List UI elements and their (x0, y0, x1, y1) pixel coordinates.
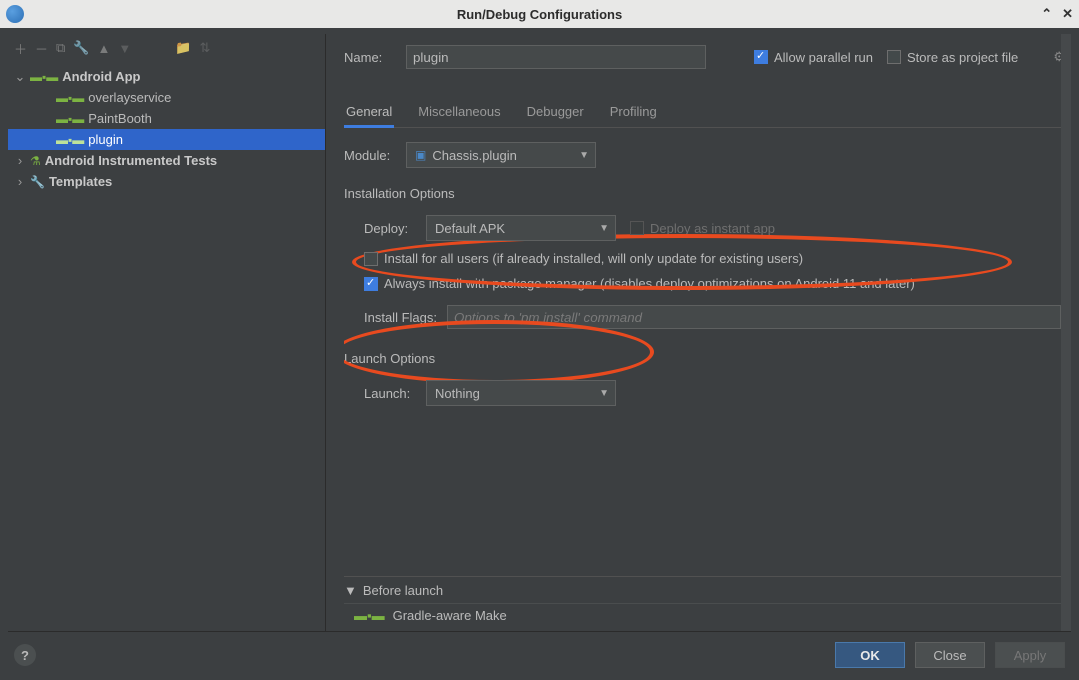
deploy-dropdown[interactable]: Default APK ▼ (426, 215, 616, 241)
android-icon: ▬▪▬ (30, 70, 58, 84)
chevron-right-icon[interactable]: › (14, 153, 26, 168)
apply-button[interactable]: Apply (995, 642, 1065, 668)
gradle-icon: ▬▪▬ (354, 608, 385, 623)
up-icon[interactable]: ▲ (98, 41, 111, 56)
install-all-users-checkbox[interactable]: Install for all users (if already instal… (364, 251, 803, 266)
checkbox-label: Store as project file (907, 50, 1018, 65)
checkbox-label: Always install with package manager (dis… (384, 276, 915, 291)
checkbox-label: Deploy as instant app (650, 221, 775, 236)
tree-label: plugin (88, 132, 123, 147)
sort-icon[interactable]: ⇅ (199, 40, 210, 56)
ok-button[interactable]: OK (835, 642, 905, 668)
launch-label: Launch: (364, 386, 412, 401)
tab-debugger[interactable]: Debugger (525, 98, 586, 127)
deploy-instant-box (630, 221, 644, 235)
copy-icon[interactable]: ⧉ (56, 40, 65, 56)
module-folder-icon: ▣ (415, 148, 426, 162)
launch-dropdown[interactable]: Nothing ▼ (426, 380, 616, 406)
tree-item-plugin[interactable]: ▬▪▬ plugin (8, 129, 325, 150)
tab-general[interactable]: General (344, 98, 394, 127)
tabs: General Miscellaneous Debugger Profiling (344, 98, 1065, 128)
tree-label: overlayservice (88, 90, 171, 105)
android-icon: ▬▪▬ (56, 112, 84, 126)
help-button[interactable]: ? (14, 644, 36, 666)
name-label: Name: (344, 50, 392, 65)
dropdown-value: Nothing (435, 386, 480, 401)
install-options-header: Installation Options (344, 186, 1061, 201)
folder-icon[interactable]: 📁 (175, 40, 191, 56)
tab-profiling[interactable]: Profiling (608, 98, 659, 127)
launch-options-header: Launch Options (344, 351, 1061, 366)
chevron-down-icon: ▼ (599, 388, 609, 399)
store-as-file-box[interactable] (887, 50, 901, 64)
tree-label: Android Instrumented Tests (45, 153, 217, 168)
before-launch-header: Before launch (363, 583, 443, 598)
tab-content: Module: ▣ Chassis.plugin ▼ Installation … (344, 128, 1065, 631)
tree-toolbar: ＋ － ⧉ 🔧 ▲ ▼ 📁 ⇅ (8, 34, 325, 62)
tree-label: PaintBooth (88, 111, 152, 126)
close-icon[interactable]: ✕ (1062, 6, 1073, 22)
deploy-label: Deploy: (364, 221, 412, 236)
add-icon[interactable]: ＋ (14, 39, 27, 58)
tree-node-android-app[interactable]: ⌄ ▬▪▬ Android App (8, 66, 325, 87)
always-pm-checkbox[interactable]: Always install with package manager (dis… (364, 276, 915, 291)
chevron-down-icon: ▼ (599, 223, 609, 234)
down-icon[interactable]: ▼ (118, 41, 131, 56)
config-tree[interactable]: ⌄ ▬▪▬ Android App ▬▪▬ overlayservice ▬▪▬… (8, 62, 325, 192)
flask-icon: ⚗ (30, 154, 41, 168)
tree-node-instrumented[interactable]: › ⚗ Android Instrumented Tests (8, 150, 325, 171)
close-button[interactable]: Close (915, 642, 985, 668)
deploy-instant-checkbox: Deploy as instant app (630, 221, 775, 236)
android-icon: ▬▪▬ (56, 91, 84, 105)
before-launch-item[interactable]: ▬▪▬ Gradle-aware Make (344, 603, 1061, 627)
chevron-right-icon[interactable]: › (14, 174, 26, 189)
before-launch-label: Gradle-aware Make (393, 608, 507, 623)
chevron-down-icon[interactable]: ▼ (344, 583, 357, 598)
dropdown-value: Default APK (435, 221, 505, 236)
checkbox-label: Allow parallel run (774, 50, 873, 65)
tree-label: Android App (62, 69, 140, 84)
left-panel: ＋ － ⧉ 🔧 ▲ ▼ 📁 ⇅ ⌄ ▬▪▬ Android App ▬▪▬ ov… (8, 34, 326, 631)
tree-item-paintbooth[interactable]: ▬▪▬ PaintBooth (8, 108, 325, 129)
app-icon (6, 5, 24, 23)
right-panel: Name: Allow parallel run Store as projec… (326, 34, 1071, 631)
name-input[interactable] (406, 45, 706, 69)
module-label: Module: (344, 148, 392, 163)
install-flags-label: Install Flags: (364, 310, 437, 325)
dialog-button-bar: ? OK Close Apply (8, 631, 1071, 672)
allow-parallel-box[interactable] (754, 50, 768, 64)
tree-label: Templates (49, 174, 112, 189)
wrench-icon: 🔧 (30, 175, 45, 189)
wrench-icon[interactable]: 🔧 (73, 40, 89, 56)
allow-parallel-checkbox[interactable]: Allow parallel run (754, 50, 873, 65)
install-all-users-box[interactable] (364, 252, 378, 266)
install-flags-input[interactable] (447, 305, 1061, 329)
checkbox-label: Install for all users (if already instal… (384, 251, 803, 266)
minimize-icon[interactable]: ⌃ (1041, 6, 1052, 22)
store-as-file-checkbox[interactable]: Store as project file (887, 50, 1018, 65)
always-pm-box[interactable] (364, 277, 378, 291)
window-title: Run/Debug Configurations (0, 7, 1079, 22)
tree-node-templates[interactable]: › 🔧 Templates (8, 171, 325, 192)
android-icon: ▬▪▬ (56, 133, 84, 147)
chevron-down-icon[interactable]: ⌄ (14, 69, 26, 85)
module-dropdown[interactable]: ▣ Chassis.plugin ▼ (406, 142, 596, 168)
window-titlebar: Run/Debug Configurations ⌃ ✕ (0, 0, 1079, 28)
remove-icon[interactable]: － (35, 39, 48, 58)
before-launch-section: ▼ Before launch ▬▪▬ Gradle-aware Make (344, 576, 1061, 627)
dropdown-value: Chassis.plugin (432, 148, 517, 163)
tab-misc[interactable]: Miscellaneous (416, 98, 502, 127)
chevron-down-icon: ▼ (579, 150, 589, 161)
tree-item-overlayservice[interactable]: ▬▪▬ overlayservice (8, 87, 325, 108)
